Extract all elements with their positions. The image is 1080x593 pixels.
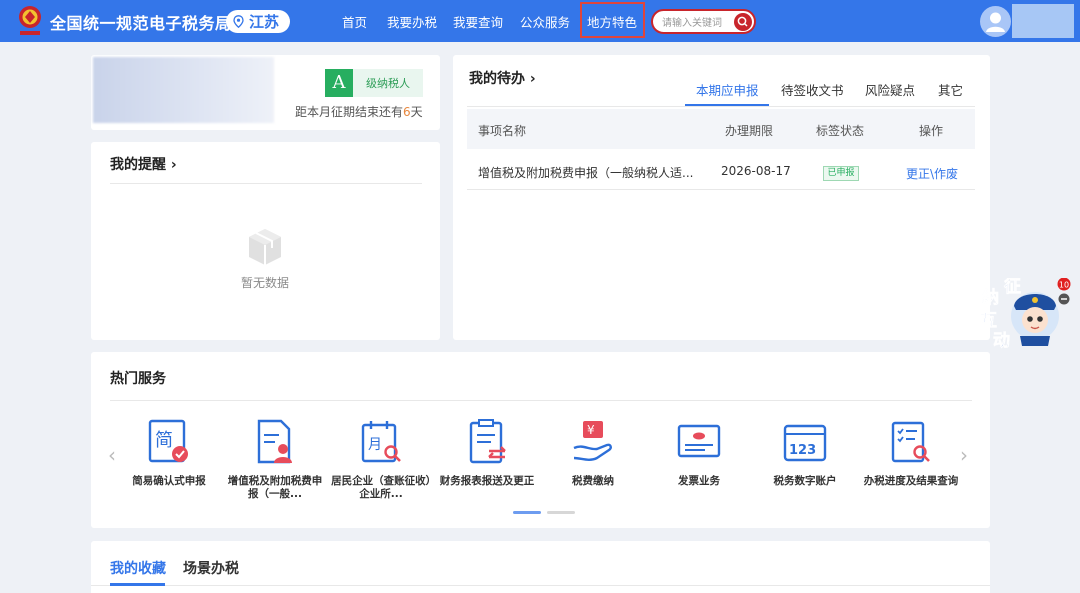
widget-char: 互 (980, 311, 997, 331)
taxpayer-info-card: A 级纳税人 距本月征期结束还有6天 (91, 55, 440, 130)
search-placeholder: 请输入关键词 (662, 18, 722, 29)
active-tab-indicator (110, 583, 165, 586)
search-input[interactable]: 请输入关键词 (651, 9, 756, 34)
table-header: 事项名称 办理期限 标签状态 操作 (467, 109, 975, 149)
days-remaining: 6 (403, 105, 411, 119)
svg-text:月: 月 (368, 437, 382, 453)
credit-grade-badge: A 级纳税人 (325, 69, 423, 97)
nav-public-service[interactable]: 公众服务 (520, 12, 570, 31)
svg-text:简: 简 (155, 430, 173, 451)
carousel-dot-active[interactable] (513, 511, 541, 514)
service-label: 发票业务 (678, 475, 720, 487)
highlight-box (580, 2, 645, 38)
tax-payment-icon: ¥ (573, 421, 612, 461)
tax-interaction-widget[interactable]: 纳 征 互 动 10 (976, 276, 1080, 351)
nav-query[interactable]: 我要查询 (453, 12, 503, 31)
column-header: 操作 (919, 124, 944, 138)
hot-services-title: 热门服务 (110, 371, 166, 387)
nav-handle-tax[interactable]: 我要办税 (387, 12, 437, 31)
todo-card: 我的待办 › 本期应申报 待签收文书 风险疑点 其它 事项名称 办理期限 标签状… (453, 55, 990, 340)
region-selector[interactable]: 江苏 (226, 10, 290, 33)
todo-item-name[interactable]: 增值税及附加税费申报（一般纳税人适... (478, 164, 693, 181)
carousel-dot[interactable] (547, 511, 575, 514)
user-avatar[interactable] (980, 6, 1011, 37)
search-button[interactable] (734, 12, 752, 31)
status-badge: 已申报 (823, 166, 859, 181)
user-icon (986, 12, 1005, 32)
region-label: 江苏 (249, 13, 280, 31)
reminders-card: 我的提醒 › 暂无数据 (91, 142, 440, 340)
progress-query-icon (891, 421, 930, 463)
divider (110, 183, 422, 184)
column-header: 事项名称 (478, 124, 527, 138)
top-header: 全国统一规范电子税务局 江苏 首页 我要办税 我要查询 公众服务 地方特色 请输… (0, 0, 1080, 42)
filing-period-countdown: 距本月征期结束还有6天 (295, 105, 423, 119)
tab-scenario-tax[interactable]: 场景办税 (183, 558, 239, 578)
user-name-blurred[interactable] (1012, 4, 1074, 38)
location-pin-icon (233, 15, 244, 28)
tab-current-period-declare[interactable]: 本期应申报 (696, 80, 759, 99)
hot-services-card: 热门服务 (91, 352, 990, 528)
tab-risk-issues[interactable]: 风险疑点 (865, 80, 915, 99)
tab-my-favorites[interactable]: 我的收藏 (110, 558, 166, 578)
invoice-icon (677, 424, 721, 458)
column-header: 标签状态 (816, 124, 865, 138)
reminders-title[interactable]: 我的提醒 › (110, 154, 177, 174)
corporate-tax-icon: 月 (361, 421, 401, 463)
column-header: 办理期限 (725, 124, 774, 138)
simple-declare-icon: 简 (148, 419, 188, 463)
site-title[interactable]: 全国统一规范电子税务局 (50, 10, 232, 34)
search-icon (737, 16, 748, 27)
todo-item-deadline: 2026-08-17 (721, 164, 791, 178)
todo-title[interactable]: 我的待办 › (469, 68, 536, 88)
tab-documents-to-sign[interactable]: 待签收文书 (781, 80, 844, 99)
widget-char: 征 (1004, 278, 1021, 297)
divider (467, 189, 975, 190)
service-label: 办税进度及结果查询 (863, 475, 959, 487)
service-label: 简易确认式申报 (132, 475, 206, 487)
mascot-icon: 纳 征 互 动 10 (980, 276, 1071, 351)
widget-char: 纳 (982, 287, 999, 308)
correct-void-link[interactable]: 更正\作废 (906, 165, 958, 182)
credit-grade-letter: A (325, 69, 353, 97)
financial-report-icon (469, 419, 506, 464)
empty-box-icon (249, 229, 281, 265)
divider (110, 400, 972, 401)
taxpayer-name-blurred (93, 57, 274, 123)
digital-account-icon: 123 (783, 424, 827, 462)
service-label: 税费缴纳 (572, 475, 614, 487)
service-label: 居民企业（查账征收）企业所... (331, 475, 431, 500)
service-label: 增值税及附加税费申报（一般... (227, 475, 323, 500)
widget-char: 动 (993, 331, 1010, 350)
credit-grade-label: 级纳税人 (366, 77, 410, 90)
notification-badge: 10 (1059, 281, 1069, 290)
service-label: 财务报表报送及更正 (439, 475, 535, 487)
tax-emblem-icon (19, 6, 41, 35)
nav-home[interactable]: 首页 (342, 12, 367, 31)
tab-others[interactable]: 其它 (938, 80, 963, 99)
carousel-next-arrow[interactable]: › (960, 443, 968, 467)
divider (91, 585, 990, 586)
empty-state-text: 暂无数据 (241, 276, 290, 290)
svg-text:¥: ¥ (587, 423, 595, 437)
vat-declare-icon (257, 419, 292, 464)
service-label: 税务数字账户 (773, 475, 837, 487)
carousel-prev-arrow[interactable]: ‹ (108, 443, 116, 467)
divider (467, 106, 975, 107)
svg-text:123: 123 (789, 443, 816, 458)
